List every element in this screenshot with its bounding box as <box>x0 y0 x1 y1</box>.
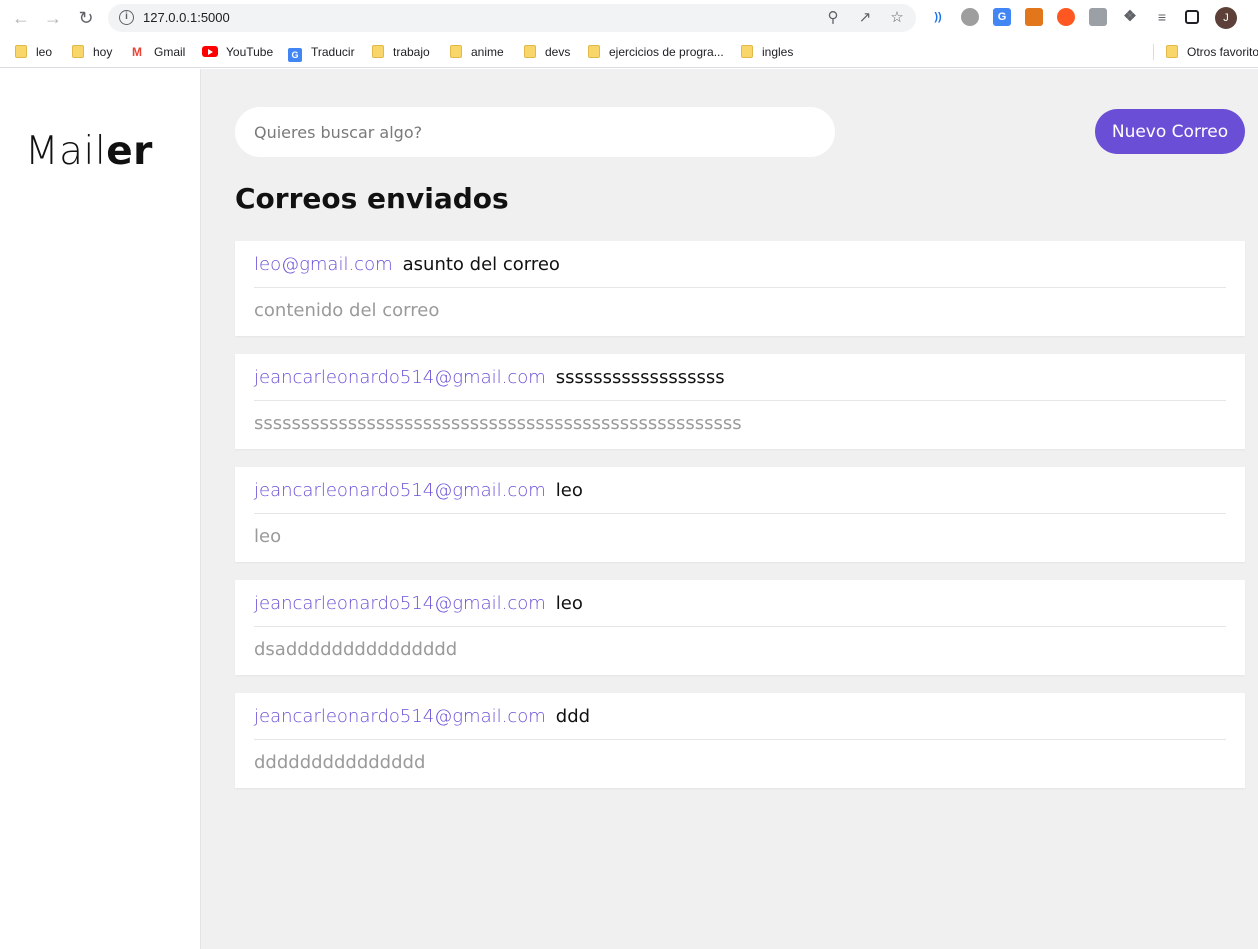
bookmarks-separator <box>1153 44 1154 60</box>
folder-icon <box>15 45 27 58</box>
bookmark-gmail[interactable]: M Gmail <box>132 43 185 61</box>
extension-metamask-icon[interactable] <box>1025 8 1043 26</box>
bookmark-devs[interactable]: devs <box>524 43 570 61</box>
folder-icon <box>741 45 753 58</box>
main-content: Nuevo Correo Correos enviados leo@gmail.… <box>201 69 1258 949</box>
bookmark-leo[interactable]: leo <box>15 43 52 61</box>
bookmarks-bar: leo hoy M Gmail YouTube G Traducir trabajo… <box>0 36 1258 68</box>
email-recipient: jeancarleonardo514@gmail.com <box>254 367 546 388</box>
email-header: jeancarleonardo514@gmail.com leo <box>254 593 1226 627</box>
extensions-puzzle-icon[interactable]: ❖ <box>1121 8 1139 26</box>
site-info-icon[interactable]: i <box>119 10 134 25</box>
bookmark-other-favorites[interactable]: Otros favorito <box>1166 43 1258 61</box>
translate-icon: G <box>288 48 302 62</box>
share-icon[interactable]: ↗ <box>856 9 874 27</box>
email-card[interactable]: jeancarleonardo514@gmail.com leo leo <box>235 467 1245 562</box>
address-url[interactable]: 127.0.0.1:5000 <box>143 10 230 25</box>
folder-icon <box>588 45 600 58</box>
extension-grey-icon[interactable] <box>1089 8 1107 26</box>
extension-tomato-icon[interactable] <box>961 8 979 26</box>
reload-icon[interactable]: ↻ <box>75 7 97 29</box>
sidebar: Mailer <box>0 69 201 949</box>
bookmark-star-icon[interactable]: ☆ <box>888 9 906 27</box>
youtube-icon <box>202 46 218 57</box>
browser-toolbar: ← → ↻ i 127.0.0.1:5000 ⚲ ↗ ☆ )) G ❖ ≡ J <box>0 0 1258 36</box>
extension-translate-icon[interactable]: G <box>993 8 1011 26</box>
email-recipient: jeancarleonardo514@gmail.com <box>254 706 546 727</box>
bookmark-traducir[interactable]: G Traducir <box>288 43 355 62</box>
folder-icon <box>450 45 462 58</box>
email-subject: asunto del correo <box>402 254 560 275</box>
email-header: jeancarleonardo514@gmail.com ddd <box>254 706 1226 740</box>
side-panel-icon[interactable] <box>1185 10 1199 24</box>
email-recipient: jeancarleonardo514@gmail.com <box>254 480 546 501</box>
zoom-icon[interactable]: ⚲ <box>824 9 842 27</box>
email-card[interactable]: jeancarleonardo514@gmail.com leo dsaddddd… <box>235 580 1245 675</box>
email-list: leo@gmail.com asunto del correo contenido… <box>235 241 1245 806</box>
folder-icon <box>524 45 536 58</box>
bookmark-trabajo[interactable]: trabajo <box>372 43 430 61</box>
forward-arrow-icon[interactable]: → <box>42 7 64 29</box>
extension-wave-icon[interactable]: )) <box>929 8 947 26</box>
email-body: leo <box>254 526 282 547</box>
media-control-icon[interactable]: ≡ <box>1153 8 1171 26</box>
bookmark-youtube[interactable]: YouTube <box>202 43 273 61</box>
email-subject: leo <box>555 480 583 501</box>
email-card[interactable]: leo@gmail.com asunto del correo contenido… <box>235 241 1245 336</box>
email-card[interactable]: jeancarleonardo514@gmail.com ssssssssssss… <box>235 354 1245 449</box>
page-title: Correos enviados <box>235 182 509 215</box>
back-arrow-icon[interactable]: ← <box>10 7 32 29</box>
bookmark-hoy[interactable]: hoy <box>72 43 112 61</box>
email-recipient: leo@gmail.com <box>254 254 393 275</box>
email-body: dsaddddddddddddddd <box>254 639 458 660</box>
bookmark-anime[interactable]: anime <box>450 43 504 61</box>
email-body: ssssssssssssssssssssssssssssssssssssssss… <box>254 413 742 434</box>
email-body: contenido del correo <box>254 300 440 321</box>
extension-red-icon[interactable] <box>1057 8 1075 26</box>
address-bar[interactable]: i 127.0.0.1:5000 ⚲ ↗ ☆ <box>108 4 916 32</box>
email-subject: ssssssssssssssssss <box>555 367 725 388</box>
email-recipient: jeancarleonardo514@gmail.com <box>254 593 546 614</box>
search-input[interactable] <box>235 107 835 157</box>
email-subject: ddd <box>555 706 591 727</box>
profile-avatar[interactable]: J <box>1215 7 1237 29</box>
folder-icon <box>1166 45 1178 58</box>
app-logo: Mailer <box>25 129 153 174</box>
email-body: ddddddddddddddd <box>254 752 426 773</box>
gmail-icon: M <box>132 45 142 59</box>
new-mail-button[interactable]: Nuevo Correo <box>1095 109 1245 154</box>
email-card[interactable]: jeancarleonardo514@gmail.com ddd dddddddd… <box>235 693 1245 788</box>
email-subject: leo <box>555 593 583 614</box>
email-header: leo@gmail.com asunto del correo <box>254 254 1226 288</box>
folder-icon <box>372 45 384 58</box>
email-header: jeancarleonardo514@gmail.com ssssssssssss… <box>254 367 1226 401</box>
bookmark-ejercicios[interactable]: ejercicios de progra... <box>588 43 724 61</box>
folder-icon <box>72 45 84 58</box>
bookmark-ingles[interactable]: ingles <box>741 43 793 61</box>
email-header: jeancarleonardo514@gmail.com leo <box>254 480 1226 514</box>
